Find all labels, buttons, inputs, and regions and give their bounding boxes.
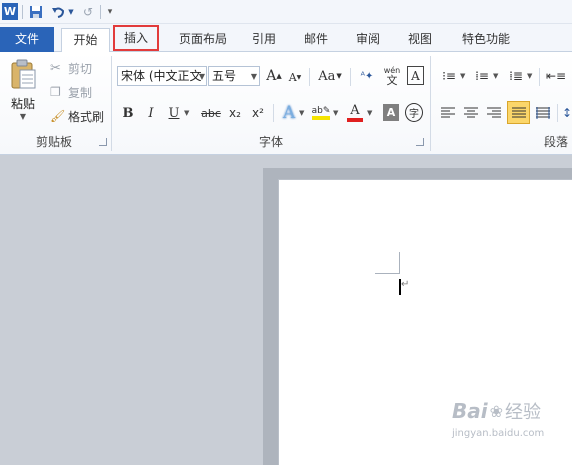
tab-view[interactable]: 视图 <box>400 28 440 52</box>
paragraph-mark-icon: ↵ <box>401 279 410 290</box>
paste-button[interactable]: 粘贴 <box>6 95 40 112</box>
enclose-characters-icon[interactable]: 字 <box>405 103 423 122</box>
font-group-label: 字体 <box>258 135 283 149</box>
align-left-icon[interactable] <box>438 103 458 123</box>
tab-page-layout[interactable]: 页面布局 <box>174 28 232 52</box>
text-effects-dropdown-icon[interactable]: ▼ <box>299 109 307 117</box>
qat-divider <box>100 5 101 19</box>
clipboard-launcher-icon[interactable] <box>99 138 107 146</box>
format-painter-button[interactable]: 🖌 格式刷 <box>50 107 112 125</box>
grow-font-button[interactable]: A ▲ <box>266 66 282 86</box>
paintbrush-icon: 🖌 <box>50 109 66 123</box>
quick-access-toolbar: W ▼ ↺ ▾ <box>0 0 572 24</box>
tab-file[interactable]: 文件 <box>0 27 54 52</box>
phonetic-guide-icon[interactable]: wén 文 <box>382 64 402 88</box>
watermark-url: jingyan.baidu.com <box>452 428 545 439</box>
crop-mark-vertical <box>399 252 400 274</box>
paw-icon: ❀ <box>489 401 504 421</box>
font-divider <box>273 104 274 122</box>
superscript-button[interactable]: x² <box>249 103 267 123</box>
scissors-icon: ✂ <box>50 60 61 76</box>
qat-divider <box>22 5 23 19</box>
redo-icon[interactable]: ↺ <box>80 3 96 20</box>
font-launcher-icon[interactable] <box>416 138 424 146</box>
change-case-dropdown-icon: ▼ <box>336 72 342 80</box>
customize-qat-icon[interactable]: ▾ <box>104 3 116 20</box>
tab-review[interactable]: 审阅 <box>348 28 388 52</box>
align-right-icon[interactable] <box>484 103 504 123</box>
italic-button[interactable]: I <box>143 103 159 123</box>
clear-formatting-icon[interactable]: ᴬ✦ <box>358 65 376 87</box>
crop-mark-horizontal <box>375 273 399 274</box>
undo-icon[interactable] <box>50 3 66 20</box>
align-center-icon[interactable] <box>461 103 481 123</box>
undo-dropdown-icon[interactable]: ▼ <box>67 3 75 20</box>
paste-dropdown-icon[interactable]: ▼ <box>17 112 29 121</box>
ribbon-tabs: 文件 开始 页面布局 引用 邮件 审阅 视图 特色功能 <box>0 24 572 53</box>
underline-button[interactable]: U <box>166 103 182 123</box>
bullets-icon[interactable]: ⁝≡ <box>438 66 460 86</box>
distributed-align-icon[interactable] <box>533 103 553 123</box>
shrink-font-button[interactable]: A ▼ <box>288 68 302 86</box>
font-color-icon[interactable]: A <box>346 102 364 124</box>
tab-home[interactable]: 开始 <box>61 28 110 53</box>
font-color-dropdown-icon[interactable]: ▼ <box>367 109 375 117</box>
font-size-dropdown-icon[interactable]: ▼ <box>249 67 259 85</box>
text-effects-icon[interactable]: A <box>280 102 298 124</box>
watermark-brand: Bai <box>452 399 488 423</box>
copy-icon: ❐ <box>50 85 61 99</box>
ribbon-home: 粘贴 ▼ ✂ 剪切 ❐ 复制 🖌 格式刷 剪贴板 宋体 (中文正文 ▼ 五号 ▼… <box>0 52 572 155</box>
grow-arrow-icon: ▲ <box>276 72 282 80</box>
cut-button[interactable]: ✂ 剪切 <box>50 59 112 77</box>
bold-button[interactable]: B <box>120 103 136 123</box>
highlighter-dropdown-icon[interactable]: ▼ <box>333 109 341 117</box>
multilevel-list-icon[interactable]: ⁞≣ <box>505 66 527 86</box>
font-name-dropdown-icon[interactable]: ▼ <box>197 67 207 85</box>
subscript-button[interactable]: x₂ <box>226 103 244 123</box>
save-icon[interactable] <box>28 3 44 20</box>
group-divider <box>430 56 431 151</box>
font-divider <box>350 68 351 86</box>
tab-insert[interactable]: 插入 <box>113 25 159 51</box>
copy-button[interactable]: ❐ 复制 <box>50 83 112 101</box>
tab-references[interactable]: 引用 <box>244 28 284 52</box>
decrease-indent-icon[interactable]: ⇤≡ <box>546 66 566 86</box>
font-name-combo[interactable]: 宋体 (中文正文 <box>117 66 207 86</box>
paragraph-group-label: 段落 <box>543 135 568 149</box>
font-divider <box>309 68 310 86</box>
tab-mailings[interactable]: 邮件 <box>296 28 336 52</box>
multilevel-list-dropdown-icon[interactable]: ▼ <box>527 72 535 80</box>
clipboard-group-label: 剪贴板 <box>35 135 72 149</box>
change-case-button[interactable]: Aa ▼ <box>317 66 343 86</box>
tab-special-features[interactable]: 特色功能 <box>454 28 518 52</box>
paste-icon[interactable] <box>6 56 40 92</box>
paragraph-divider <box>557 104 558 122</box>
character-shading-icon[interactable]: A <box>383 104 399 121</box>
character-border-icon[interactable]: A <box>407 66 424 85</box>
bullets-dropdown-icon[interactable]: ▼ <box>460 72 468 80</box>
underline-dropdown-icon[interactable]: ▼ <box>184 109 192 117</box>
numbering-dropdown-icon[interactable]: ▼ <box>493 72 501 80</box>
word-icon[interactable]: W <box>2 3 18 20</box>
line-spacing-icon[interactable]: ↕ <box>562 103 572 123</box>
strikethrough-button[interactable]: abc <box>200 103 222 123</box>
numbering-icon[interactable]: ⁞≡ <box>471 66 493 86</box>
shrink-arrow-icon: ▼ <box>296 73 302 81</box>
highlighter-icon[interactable]: ab✎ <box>311 102 331 124</box>
justify-icon[interactable] <box>507 101 530 124</box>
baidu-watermark: Bai ❀ 经验 jingyan.baidu.com <box>452 398 570 460</box>
paragraph-divider <box>539 68 540 86</box>
watermark-title: 经验 <box>505 402 542 423</box>
